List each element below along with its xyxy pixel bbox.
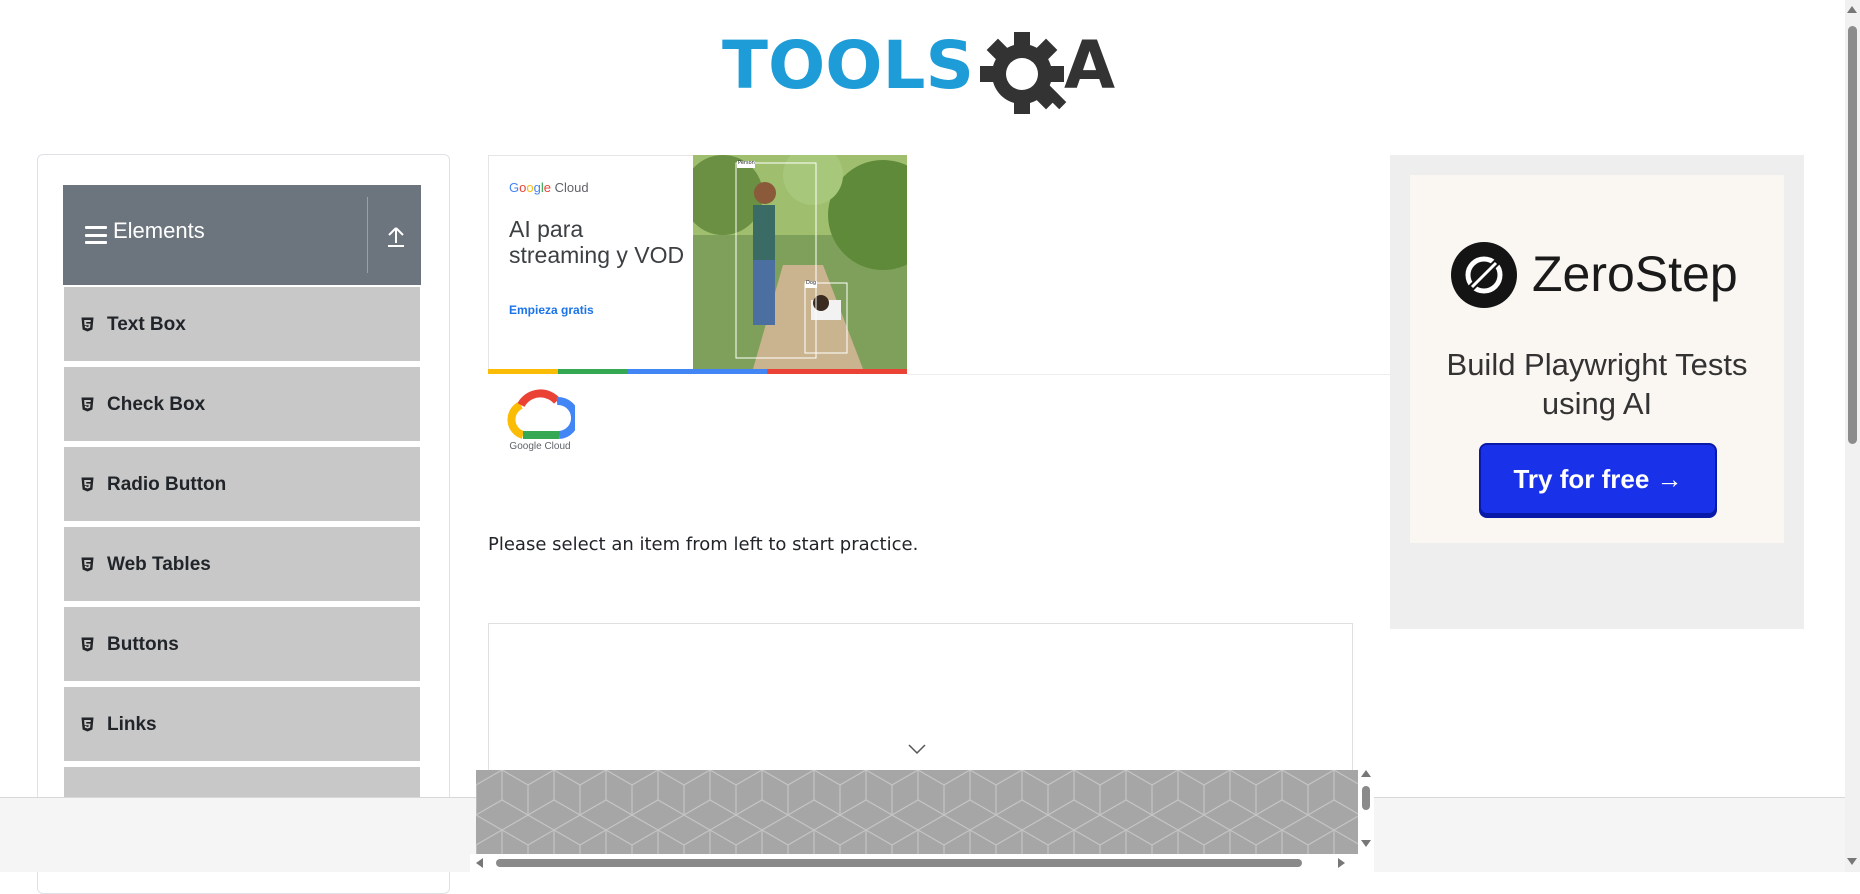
sidebar-item-label: Buttons [107, 634, 179, 655]
elements-group-header[interactable]: Elements [63, 185, 421, 285]
group-title: Elements [113, 218, 205, 243]
ad-bar-segment [627, 369, 698, 374]
ad-color-bar [488, 369, 907, 374]
html5-icon [81, 477, 94, 492]
ad-text-panel: Google Cloud AI para streaming y VOD Emp… [488, 155, 693, 369]
ad-photo: Person Dog [693, 155, 907, 369]
bottom-ad-horizontal-scrollbar[interactable] [470, 854, 1374, 872]
ad-bar-segment [488, 369, 558, 374]
html5-icon [81, 397, 94, 412]
sidebar-item-label: Text Box [107, 314, 186, 335]
sidebar-item-label: Check Box [107, 394, 206, 415]
sidebar-item-radio-button[interactable]: Radio Button [64, 447, 420, 524]
html5-icon [81, 557, 94, 572]
page-scrollbar-thumb[interactable] [1848, 26, 1857, 444]
google-cloud-ad[interactable]: Google Cloud AI para streaming y VOD Emp… [488, 155, 907, 375]
ad-bar-segment [697, 369, 768, 374]
ad-divider [907, 374, 1390, 375]
sidebar-item-label: Web Tables [107, 554, 211, 575]
try-for-free-button[interactable]: Try for free → [1479, 443, 1717, 515]
svg-text:A: A [1064, 27, 1115, 104]
bottom-ad-banner[interactable] [476, 770, 1358, 854]
ad-bar-segment [767, 369, 838, 374]
sidebar-item-web-tables[interactable]: Web Tables [64, 527, 420, 604]
html5-icon [81, 317, 94, 332]
sidebar-item-text-box[interactable]: Text Box [64, 287, 420, 364]
upload-arrow-icon[interactable] [385, 225, 407, 249]
sidebar-item-label: Radio Button [107, 474, 227, 495]
ad-bar-segment [837, 369, 907, 374]
header-divider [367, 197, 368, 273]
toolsqa-logo[interactable]: TOOLS A [722, 18, 1124, 114]
photo-label-dog: Dog [806, 280, 817, 286]
zerostep-logo-icon [1450, 241, 1518, 309]
ad-bar-segment [557, 369, 628, 374]
zerostep-card: ZeroStep Build Playwright Tests using AI… [1410, 175, 1784, 543]
gear-magnifier-icon [980, 32, 1067, 114]
zerostep-name: ZeroStep [1532, 246, 1738, 302]
hamburger-icon [85, 226, 107, 244]
ad-headline: AI para streaming y VOD [509, 216, 685, 268]
sidebar-item-label: Links [107, 714, 157, 735]
svg-text:TOOLS: TOOLS [722, 27, 974, 104]
sidebar-item-links[interactable]: Links [64, 687, 420, 764]
html5-icon [81, 717, 94, 732]
zerostep-tagline: Build Playwright Tests using AI [1446, 347, 1748, 421]
google-cloud-logo-label: Google Cloud [509, 441, 571, 452]
ad-brand: Google Cloud [509, 180, 589, 195]
content-frame [488, 623, 1353, 783]
sidebar-item-check-box[interactable]: Check Box [64, 367, 420, 444]
chevron-down-icon[interactable] [907, 741, 927, 755]
page-scrollbar[interactable] [1845, 0, 1860, 872]
zerostep-ad[interactable]: ZeroStep Build Playwright Tests using AI… [1390, 155, 1804, 629]
html5-icon [81, 637, 94, 652]
instruction-text: Please select an item from left to start… [488, 534, 919, 555]
photo-label-person: Person [738, 160, 755, 166]
ad-cta[interactable]: Empieza gratis [509, 303, 594, 317]
bottom-ad-vertical-scrollbar[interactable] [1358, 766, 1374, 856]
sidebar-item-buttons[interactable]: Buttons [64, 607, 420, 684]
